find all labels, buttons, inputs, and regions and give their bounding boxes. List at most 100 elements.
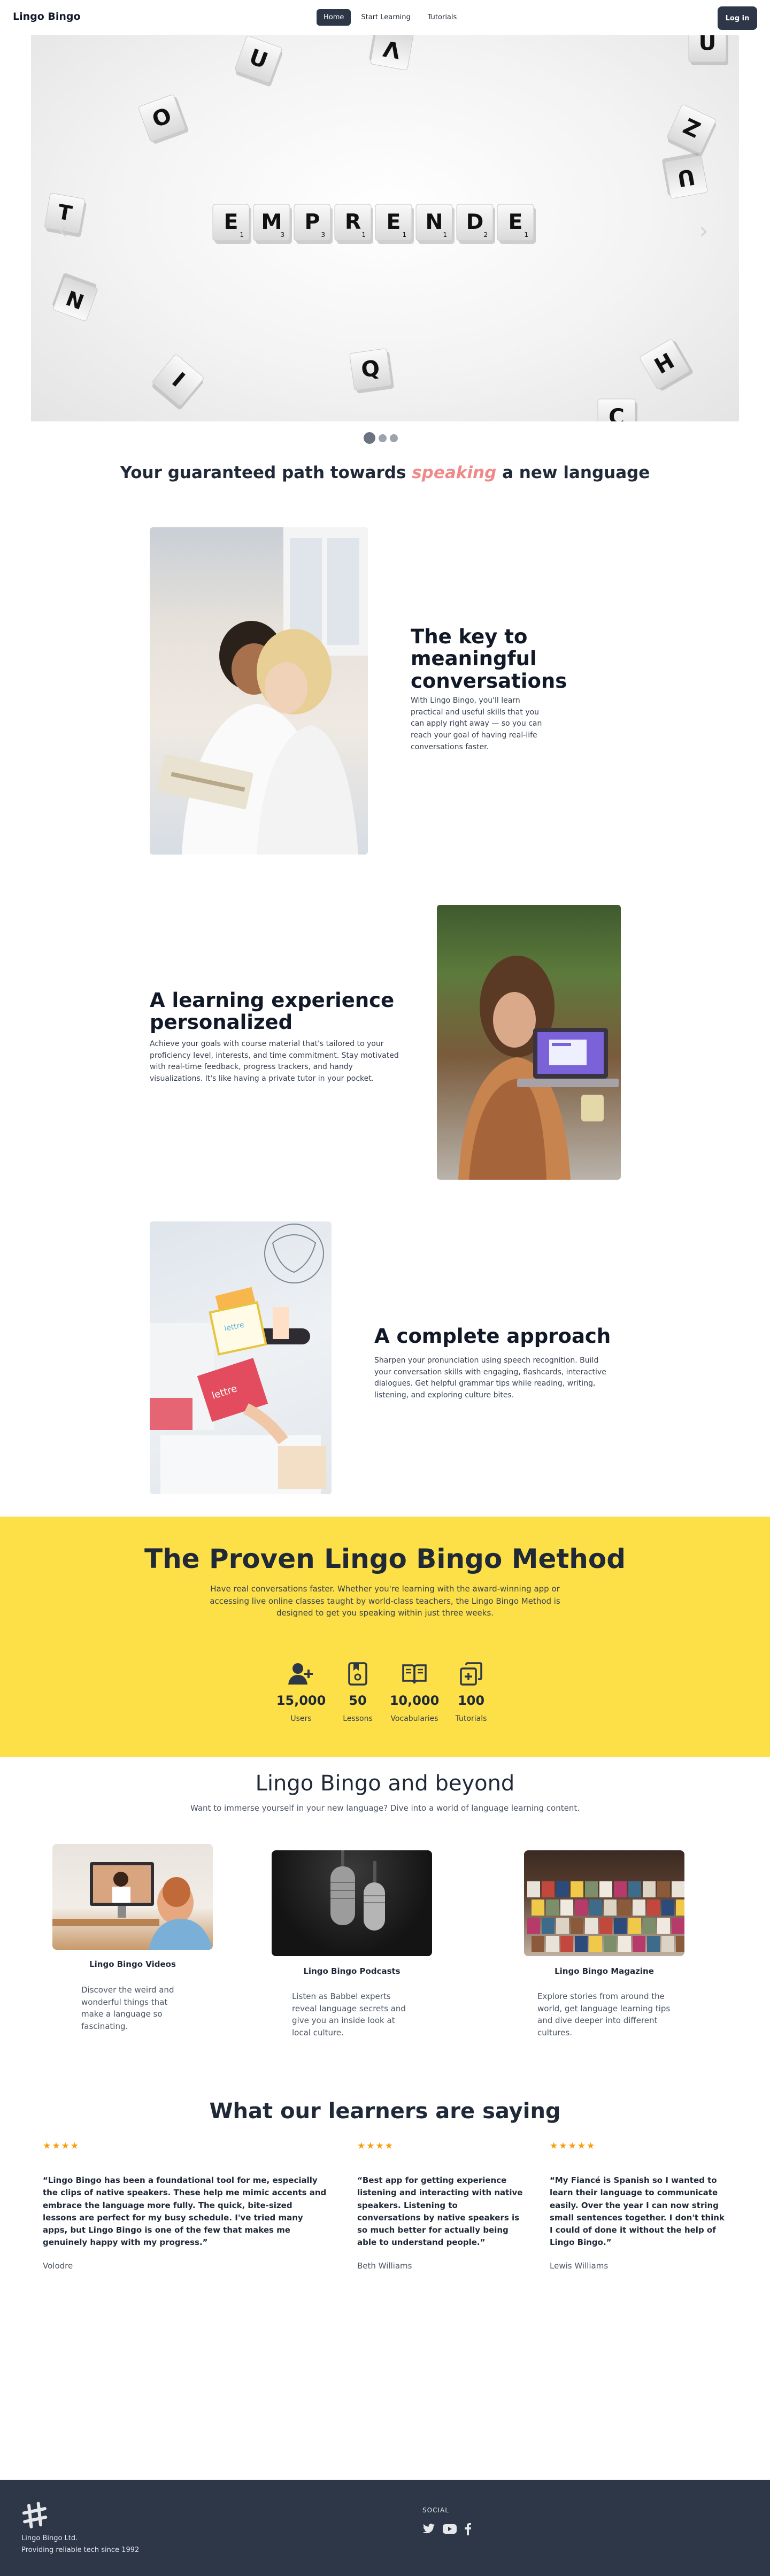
- magazine-cover: [575, 1900, 588, 1916]
- testimonial-author-2: Beth Williams: [357, 2261, 412, 2271]
- magazine-cover: [546, 1900, 559, 1916]
- magazine-cover: [657, 1918, 670, 1934]
- magazine-cover: [599, 1881, 612, 1897]
- stat-lessons-label: Lessons: [343, 1714, 373, 1723]
- svg-text:2: 2: [483, 231, 488, 239]
- svg-text:Q: Q: [359, 355, 381, 382]
- magazine-cover: [546, 1936, 559, 1952]
- login-button[interactable]: Log in: [718, 6, 757, 30]
- facebook-icon[interactable]: [464, 2523, 472, 2535]
- copy-plus-icon: [443, 1660, 499, 1688]
- social-icons: [422, 2523, 472, 2535]
- magazine-cover: [560, 1900, 573, 1916]
- stat-lessons: 50 Lessons: [329, 1660, 386, 1723]
- magazine-image[interactable]: [524, 1850, 684, 1956]
- rating-stars-1: ★★★★: [43, 2141, 80, 2151]
- svg-text:N: N: [426, 210, 443, 234]
- user-plus-icon: [273, 1660, 329, 1688]
- word-tile: E1: [212, 204, 251, 244]
- magazine-cover: [661, 1900, 674, 1916]
- method-title: The Proven Lingo Bingo Method: [144, 1543, 626, 1574]
- carousel-prev-icon[interactable]: ‹: [52, 217, 74, 244]
- carousel-dot-2[interactable]: [379, 434, 387, 442]
- svg-text:U: U: [699, 35, 717, 56]
- stat-tutorials-label: Tutorials: [455, 1714, 487, 1723]
- carousel-next-icon[interactable]: ›: [693, 217, 714, 244]
- magazine-cover: [589, 1936, 602, 1952]
- stat-tutorials-value: 100: [457, 1693, 485, 1708]
- magazine-cover: [599, 1918, 612, 1934]
- podcasts-image[interactable]: [272, 1850, 432, 1956]
- magazine-cover: [527, 1918, 540, 1934]
- magazine-cover: [618, 1936, 631, 1952]
- magazine-cover: [628, 1881, 641, 1897]
- feature-3-text: Sharpen your pronunciation using speech …: [374, 1356, 606, 1400]
- nav-links: Home Start Learning Tutorials: [317, 9, 464, 26]
- magazine-cover: [672, 1881, 684, 1897]
- magazine-cover: [571, 1918, 583, 1934]
- magazine-cover: [618, 1900, 631, 1916]
- svg-text:1: 1: [524, 231, 528, 239]
- word-tiles: E1M3P3R1E1N1D2E1: [212, 204, 536, 244]
- svg-text:E: E: [509, 210, 523, 234]
- footer-social-label: SOCIAL: [422, 2506, 449, 2514]
- feature-3-title: A complete approach: [374, 1325, 611, 1348]
- scattered-tile: H: [640, 339, 693, 391]
- brand-logo[interactable]: Lingo Bingo: [13, 11, 81, 22]
- magazine-cover: [556, 1918, 569, 1934]
- scattered-tile: I: [152, 355, 204, 410]
- stat-users-value: 15,000: [276, 1693, 326, 1708]
- hero-carousel: UVOUZUTNIQHC E1M3P3R1E1N1D2E1 ‹ ›: [31, 35, 739, 421]
- svg-text:1: 1: [361, 231, 366, 239]
- testimonial-quote-1: “Lingo Bingo has been a foundational too…: [43, 2175, 327, 2248]
- nav-start-learning[interactable]: Start Learning: [354, 9, 417, 26]
- magazine-cover: [560, 1936, 573, 1952]
- magazine-cover: [532, 1900, 544, 1916]
- magazine-cover: [614, 1881, 627, 1897]
- stat-users: 15,000 Users: [273, 1660, 329, 1723]
- podcasts-title[interactable]: Lingo Bingo Podcasts: [272, 1966, 432, 1976]
- magazine-cover: [647, 1900, 660, 1916]
- twitter-icon[interactable]: [422, 2524, 435, 2534]
- magazine-cover: [676, 1900, 684, 1916]
- nav-home[interactable]: Home: [317, 9, 351, 26]
- scattered-tile: O: [138, 95, 189, 144]
- magazine-title[interactable]: Lingo Bingo Magazine: [524, 1966, 684, 1976]
- testimonial-quote-3: “My Fiancé is Spanish so I wanted to lea…: [550, 2175, 725, 2248]
- feature-2-title: A learning experience personalized: [150, 989, 395, 1034]
- youtube-icon[interactable]: [443, 2524, 457, 2534]
- hashtag-logo-icon[interactable]: [21, 2501, 49, 2531]
- method-text: Have real conversations faster. Whether …: [210, 1584, 560, 1618]
- word-tile: N1: [415, 204, 455, 244]
- magazine-cover: [633, 1936, 645, 1952]
- magazine-cover: [589, 1900, 602, 1916]
- word-tile: M3: [253, 204, 292, 244]
- magazine-cover: [672, 1918, 684, 1934]
- scattered-tile: Q: [349, 348, 394, 394]
- scattered-tile: N: [52, 273, 98, 321]
- videos-text: Discover the weird and wonderful things …: [81, 1985, 174, 2031]
- word-tile: R1: [334, 204, 373, 244]
- scattered-tile: C: [597, 398, 637, 421]
- stat-lessons-value: 50: [349, 1693, 367, 1708]
- carousel-dot-3[interactable]: [390, 434, 398, 442]
- videos-image[interactable]: [52, 1844, 213, 1950]
- beyond-subtitle: Want to immerse yourself in your new lan…: [190, 1803, 580, 1813]
- magazine-cover: [643, 1881, 656, 1897]
- tagline-highlight: speaking: [412, 463, 497, 482]
- svg-text:E: E: [224, 210, 238, 234]
- nav-tutorials[interactable]: Tutorials: [421, 9, 464, 26]
- feature-1-title: The key to meaningful conversations: [411, 625, 567, 693]
- carousel-dot-1[interactable]: [364, 432, 375, 444]
- svg-text:3: 3: [280, 231, 284, 239]
- magazine-cover: [556, 1881, 569, 1897]
- scattered-tile: U: [662, 153, 708, 199]
- stat-vocabularies-label: Vocabularies: [390, 1714, 438, 1723]
- stat-users-label: Users: [290, 1714, 312, 1723]
- magazine-cover: [604, 1936, 617, 1952]
- videos-title[interactable]: Lingo Bingo Videos: [52, 1959, 213, 1969]
- footer: Lingo Bingo Ltd. Providing reliable tech…: [0, 2480, 770, 2576]
- open-book-icon: [386, 1660, 443, 1688]
- rating-stars-2: ★★★★: [357, 2141, 394, 2151]
- magazine-cover: [633, 1900, 645, 1916]
